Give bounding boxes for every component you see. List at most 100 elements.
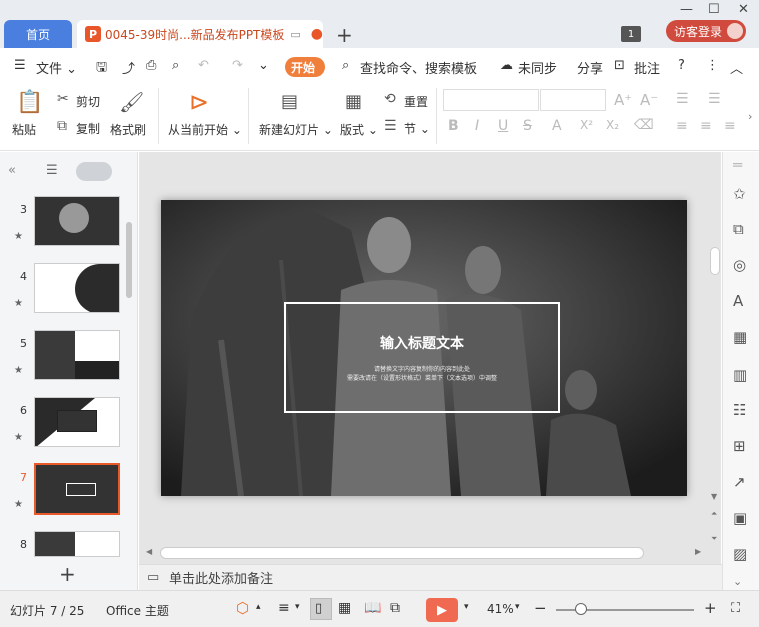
slideshow-play-button[interactable]: ▶ [426, 598, 458, 622]
add-slide-button[interactable]: + [59, 562, 76, 586]
notes-area[interactable]: ▭ 单击此处添加备注 [139, 564, 722, 590]
reset-button[interactable]: 重置 [404, 93, 428, 110]
numbered-list-icon[interactable]: ☰ [708, 91, 721, 107]
share-button[interactable]: 分享 [577, 58, 603, 77]
superscript-icon[interactable]: X² [580, 118, 593, 132]
layout-button[interactable]: 版式 ⌄ [340, 121, 378, 138]
close-icon[interactable]: ✕ [738, 2, 749, 17]
zoom-dropdown-icon[interactable]: ▾ [515, 602, 520, 612]
slide-thumbnail[interactable] [34, 263, 120, 313]
bullet-list-icon[interactable]: ☰ [676, 91, 689, 107]
command-search[interactable]: 查找命令、搜索模板 [360, 58, 477, 77]
slide-thumbnail[interactable] [34, 531, 120, 557]
tab-home[interactable]: 首页 [4, 20, 72, 48]
sync-status[interactable]: 未同步 [518, 58, 557, 77]
play-from-current-button[interactable]: 从当前开始 ⌄ [168, 121, 242, 138]
strikethrough-icon[interactable]: S [523, 118, 532, 134]
grid-icon[interactable]: ▦ [733, 328, 747, 346]
tab-document[interactable]: P 0045-39时尚...新品发布PPT模板 ▭ ● [77, 20, 323, 48]
collapse-ribbon-icon[interactable]: ︿ [730, 58, 743, 77]
wps-logo-icon[interactable]: ⬡ [236, 599, 249, 617]
share-export-icon[interactable]: ↗ [733, 473, 746, 491]
collapse-panel-icon[interactable]: « [8, 163, 16, 178]
slide-thumbnail[interactable] [34, 330, 120, 380]
text-style-icon[interactable]: A [733, 292, 743, 310]
cut-button[interactable]: 剪切 [76, 93, 100, 110]
zoom-in-icon[interactable]: + [704, 599, 717, 617]
align-right-icon[interactable]: ≡ [724, 118, 736, 134]
slide-title[interactable]: 输入标题文本 [284, 333, 560, 353]
new-slide-icon[interactable]: ▤ [281, 91, 298, 112]
format-painter-button[interactable]: 格式刷 [110, 121, 146, 138]
login-button[interactable]: 访客登录 [666, 20, 746, 42]
scroll-right-icon[interactable]: ▶ [695, 547, 701, 556]
help-icon[interactable]: ? [678, 58, 685, 73]
shrink-font-icon[interactable]: A⁻ [640, 91, 658, 109]
picture-icon[interactable]: ▨ [733, 545, 747, 563]
slide-thumbnail-active[interactable] [34, 463, 120, 515]
more-dropdown-icon[interactable]: ⌄ [258, 58, 269, 73]
zoom-slider-thumb[interactable] [575, 603, 587, 615]
archive-icon[interactable]: ▣ [733, 509, 747, 527]
scissors-icon[interactable]: ✂ [57, 91, 69, 107]
window-count-badge[interactable]: 1 [621, 26, 641, 42]
play-from-current-icon[interactable]: ⊳ [189, 88, 209, 116]
effects-icon[interactable]: ✩ [733, 185, 746, 203]
fit-window-icon[interactable]: ⛶ [731, 601, 740, 616]
canvas-vertical-scrollbar[interactable]: ▼ ⏶ ⏷ [709, 152, 721, 564]
section-button[interactable]: 节 ⌄ [404, 120, 430, 137]
vertical-scroll-thumb[interactable] [710, 247, 720, 275]
settings-sliders-icon[interactable]: ☷ [733, 401, 746, 419]
pane-menu-icon[interactable]: ═ [733, 156, 742, 174]
copy-button[interactable]: 复制 [76, 120, 100, 137]
slide-sorter-icon[interactable]: ▦ [338, 600, 351, 616]
align-menu-icon[interactable]: ≡ [278, 600, 290, 616]
slide-thumbnail[interactable] [34, 196, 120, 246]
reset-icon[interactable]: ⟲ [384, 91, 396, 107]
subscript-icon[interactable]: X₂ [606, 118, 619, 132]
title-textbox[interactable] [284, 302, 560, 413]
canvas-horizontal-scrollbar[interactable]: ◀ ▶ [140, 544, 710, 562]
presenter-view-icon[interactable]: ⧉ [390, 600, 400, 616]
image-search-icon[interactable]: ⊞ [733, 437, 746, 455]
copy-icon[interactable]: ⧉ [57, 118, 67, 134]
align-center-icon[interactable]: ≡ [700, 118, 712, 134]
undo-icon[interactable]: ↶ [198, 58, 209, 73]
save-icon[interactable]: 🖫 [96, 58, 107, 80]
font-size-select[interactable] [540, 89, 606, 111]
layout-icon[interactable]: ▦ [345, 91, 362, 112]
align-dropdown-icon[interactable]: ▾ [295, 602, 300, 612]
scroll-down-icon[interactable]: ▼ [711, 492, 717, 501]
maximize-icon[interactable]: ☐ [708, 2, 720, 17]
tab-start[interactable]: 开始 [285, 57, 325, 77]
page-down-icon[interactable]: ⏷ [711, 534, 717, 544]
print-icon[interactable]: ⎙ [146, 58, 156, 73]
logo-dropdown-icon[interactable]: ▴ [256, 602, 261, 612]
play-dropdown-icon[interactable]: ▾ [464, 602, 469, 612]
underline-icon[interactable]: U [498, 118, 508, 134]
scroll-left-icon[interactable]: ◀ [146, 547, 152, 556]
clear-format-icon[interactable]: ⌫ [634, 117, 654, 133]
slide-subtitle-line-2[interactable]: 需要改请在（设置形状格式）菜单下（文本选项）中调整 [284, 373, 560, 382]
slide-subtitle-line-1[interactable]: 请替换文字内容复制你的内容到此处 [284, 364, 560, 373]
export-icon[interactable]: ⤴ [122, 58, 135, 77]
paste-button[interactable]: 粘贴 [12, 121, 36, 138]
slide-thumbnail[interactable] [34, 397, 120, 447]
zoom-out-icon[interactable]: − [534, 599, 547, 617]
menu-icon[interactable]: ☰ [14, 58, 26, 73]
reading-view-icon[interactable]: 📖 [364, 600, 381, 616]
page-up-icon[interactable]: ⏶ [711, 509, 717, 519]
font-family-select[interactable] [443, 89, 539, 111]
thumbnail-view-toggle[interactable] [76, 162, 112, 181]
more-icon[interactable]: ⋮ [706, 58, 719, 73]
panel-scrollbar[interactable] [126, 222, 132, 298]
brush-icon[interactable]: 🖌 [119, 90, 144, 114]
shapes-icon[interactable]: ◎ [733, 256, 746, 274]
section-icon[interactable]: ☰ [384, 118, 397, 134]
minimize-icon[interactable]: — [680, 2, 693, 17]
redo-icon[interactable]: ↷ [232, 58, 243, 73]
align-left-icon[interactable]: ≡ [676, 118, 688, 134]
bold-icon[interactable]: B [448, 118, 459, 134]
new-tab-button[interactable]: + [336, 23, 353, 47]
chart-icon[interactable]: ▥ [733, 366, 747, 384]
